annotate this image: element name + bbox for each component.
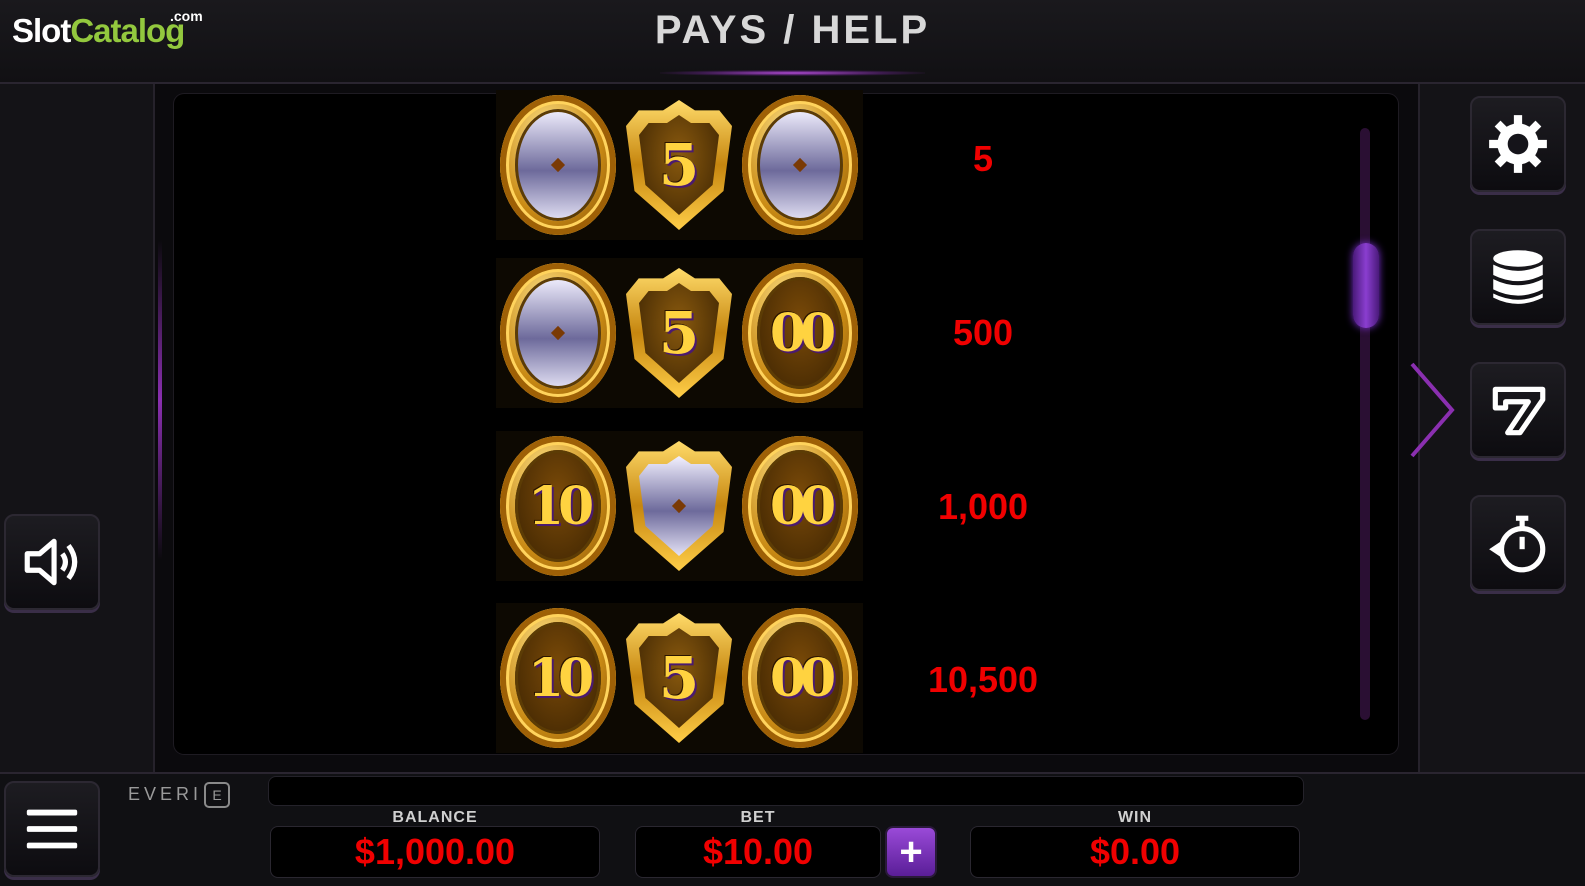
double-zero-symbol: 00 [742, 263, 858, 403]
gear-icon [1489, 115, 1547, 173]
message-bar [268, 776, 1304, 806]
ten-symbol: 10 [500, 436, 616, 576]
double-zero-symbol: 00 [742, 436, 858, 576]
five-symbol: 5 [626, 100, 732, 230]
payout-value: 1,000 [937, 486, 1029, 527]
scrollbar-track[interactable] [1360, 128, 1370, 720]
win-label: WIN [1117, 809, 1153, 826]
blank-symbol [742, 95, 858, 235]
paytable-row: 10 5 00 [496, 603, 863, 753]
settings-button[interactable] [1470, 96, 1566, 192]
page-title: PAYS / HELP [654, 8, 931, 52]
paytable-row: 10 00 [496, 431, 863, 581]
left-accent-line [158, 240, 162, 560]
right-chevron-accent [1410, 362, 1455, 458]
five-symbol: 5 [626, 613, 732, 743]
balance-meter: $1,000.00 [270, 826, 600, 878]
payout-value: 10,500 [927, 659, 1039, 700]
autoplay-button[interactable] [1470, 495, 1566, 591]
win-meter: $0.00 [970, 826, 1300, 878]
left-panel [0, 84, 155, 772]
blank-symbol [500, 95, 616, 235]
header-bar: SlotCatalog .com PAYS / HELP [0, 0, 1585, 84]
bet-increase-button[interactable]: + [885, 826, 937, 878]
balance-value: $1,000.00 [354, 831, 516, 872]
speaker-icon [24, 538, 78, 586]
five-symbol: 5 [626, 268, 732, 398]
paytable-button[interactable] [1470, 362, 1566, 458]
hamburger-icon [26, 809, 78, 849]
bet-label: BET [740, 809, 776, 826]
win-value: $0.00 [1089, 831, 1181, 872]
bet-meter[interactable]: $10.00 [635, 826, 881, 878]
seven-icon [1492, 386, 1546, 436]
everi-logo: EVERI E [128, 782, 231, 808]
payout-value: 5 [972, 138, 994, 179]
ten-symbol: 10 [500, 608, 616, 748]
blank-symbol [626, 441, 732, 571]
bet-button[interactable] [1470, 229, 1566, 325]
double-zero-symbol: 00 [742, 608, 858, 748]
stopwatch-icon [1489, 515, 1546, 573]
balance-label: BALANCE [392, 809, 478, 826]
coin-stack-icon [1493, 250, 1543, 304]
payout-value: 500 [952, 312, 1014, 353]
scrollbar-thumb[interactable] [1353, 243, 1379, 328]
menu-button[interactable] [4, 781, 100, 877]
sound-button[interactable] [4, 514, 100, 610]
blank-symbol [500, 263, 616, 403]
bet-value: $10.00 [702, 831, 814, 872]
paytable-row: 5 [496, 90, 863, 240]
header-glow [660, 70, 925, 76]
paytable-row: 5 00 [496, 258, 863, 408]
